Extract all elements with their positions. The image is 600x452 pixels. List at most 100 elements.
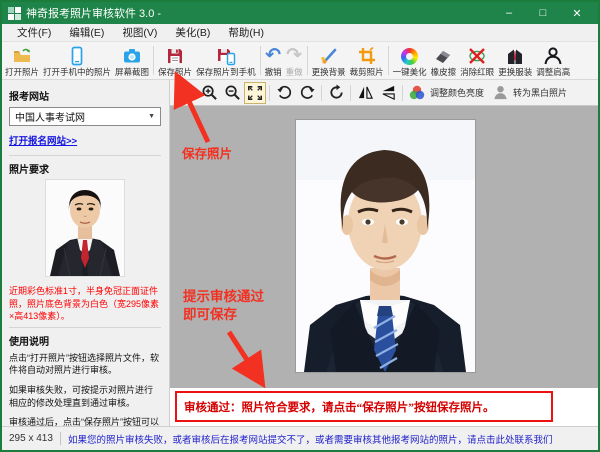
menu-file[interactable]: 文件(F) [8,24,60,41]
adjust-color-label[interactable]: 调整颜色亮度 [430,86,484,99]
change-background-button[interactable]: 更换背景 [310,42,348,79]
adjust-color-icon [408,84,426,102]
divider [9,155,161,156]
adjust-color-button[interactable] [406,82,428,104]
rotate-free-button[interactable] [325,82,347,104]
rotate-left-button[interactable] [273,82,295,104]
open-phone-photo-button[interactable]: 打开手机中的照片 [41,42,113,79]
rotate-left-icon [276,84,293,101]
main-toolbar: 打开照片 打开手机中的照片 屏幕截图 保存照片 保存照片到手机 [2,42,598,80]
magnifier-icon [178,84,195,101]
zoom-out-button[interactable] [221,82,243,104]
toolbar-separator [350,85,351,101]
result-strip: 审核通过：照片符合要求，请点击“保存照片”按钮保存照片。 [170,388,598,426]
remove-red-eye-icon [467,46,487,66]
save-photo-icon [165,46,185,66]
title-bar: 神奇报考照片审核软件 3.0 - – □ ✕ [2,2,598,24]
toolbar-separator [269,85,270,101]
eraser-button[interactable]: 橡皮擦 [429,42,459,79]
grayscale-icon [492,84,509,101]
adjust-shoulders-icon [543,46,563,66]
grayscale-button[interactable] [489,82,511,104]
eraser-icon [433,46,453,66]
open-photo-button[interactable]: 打开照片 [3,42,41,79]
status-bar: 295 x 413 如果您的照片审核失败，或者审核后在报考网站提交不了，或者需要… [2,426,598,450]
change-clothes-button[interactable]: 更换服装 [496,42,534,79]
toolbar-separator [260,46,261,75]
close-button[interactable]: ✕ [560,2,594,24]
exam-site-select[interactable]: 中国人事考试网 ▼ [9,107,161,126]
screenshot-icon [122,46,142,66]
menu-view[interactable]: 视图(V) [113,24,166,41]
requirements-text: 近期彩色标准1寸，半身免冠正面证件照，照片底色背景为白色（宽295像素×高413… [9,285,161,323]
view-toolbar: 调整颜色亮度 转为黑白照片 [170,80,598,106]
redo-icon: ↷ [286,46,302,66]
redo-button[interactable]: ↷ 重做 [284,42,305,79]
menu-beautify[interactable]: 美化(B) [166,24,219,41]
one-key-beautify-icon [401,46,418,66]
app-logo-icon [8,7,21,20]
change-clothes-icon [505,46,525,66]
rotate-right-button[interactable] [296,82,318,104]
usage-paragraph: 审核通过后，点击“保存照片”按钮可以将通过后的照片保存到文件中。 [9,416,161,426]
toolbar-separator [388,46,389,75]
fit-screen-icon [247,85,263,101]
toolbar-separator [153,46,154,75]
menu-edit[interactable]: 编辑(E) [60,24,113,41]
sample-photo [9,180,161,281]
flip-vertical-button[interactable] [377,82,399,104]
undo-button[interactable]: ↶ 撤销 [263,42,284,79]
window-title: 神奇报考照片审核软件 3.0 - [26,5,492,21]
undo-icon: ↶ [265,46,281,66]
open-phone-photo-icon [67,46,87,66]
sidebar: 报考网站 中国人事考试网 ▼ 打开报名网站>> 照片要求 [2,80,170,426]
menu-bar: 文件(F) 编辑(E) 视图(V) 美化(B) 帮助(H) [2,24,598,42]
zoom-in-button[interactable] [198,82,220,104]
fit-screen-button[interactable] [244,82,266,104]
zoom-in-icon [201,84,218,101]
save-to-phone-button[interactable]: 保存照片到手机 [194,42,258,79]
magnifier-button[interactable] [175,82,197,104]
maximize-button[interactable]: □ [526,2,560,24]
rotate-free-icon [328,84,345,101]
open-site-link[interactable]: 打开报名网站>> [9,133,77,147]
main-panel: 调整颜色亮度 转为黑白照片 [170,80,598,426]
rotate-right-icon [299,84,316,101]
save-photo-button[interactable]: 保存照片 [156,42,194,79]
site-section-header: 报考网站 [9,88,161,103]
minimize-button[interactable]: – [492,2,526,24]
toolbar-separator [402,85,403,101]
adjust-shoulders-button[interactable]: 调整肩高 [534,42,572,79]
main-photo[interactable] [296,120,475,372]
zoom-out-icon [224,84,241,101]
open-photo-icon [12,46,32,66]
save-to-phone-icon [216,46,236,66]
divider [9,327,161,328]
audit-result-text: 审核通过：照片符合要求，请点击“保存照片”按钮保存照片。 [184,399,495,415]
crop-photo-icon [357,46,377,66]
grayscale-label[interactable]: 转为黑白照片 [513,86,567,99]
usage-header: 使用说明 [9,333,161,348]
crop-photo-button[interactable]: 裁剪照片 [348,42,386,79]
status-message-link[interactable]: 如果您的照片审核失败，或者审核后在报考网站提交不了，或者需要审核其他报考网站的照… [68,432,553,446]
usage-paragraph: 点击“打开照片”按钮选择照片文件，软件将自动对照片进行审核。 [9,352,161,377]
flip-horizontal-icon [357,84,374,101]
divider [60,432,61,445]
one-key-beautify-button[interactable]: 一键美化 [391,42,429,79]
requirements-header: 照片要求 [9,161,161,176]
screenshot-button[interactable]: 屏幕截图 [113,42,151,79]
app-window: 神奇报考照片审核软件 3.0 - – □ ✕ 文件(F) 编辑(E) 视图(V)… [0,0,600,452]
exam-site-selected-value: 中国人事考试网 [15,109,85,124]
chevron-down-icon: ▼ [148,113,155,120]
photo-dimensions: 295 x 413 [9,433,53,444]
toolbar-separator [321,85,322,101]
flip-vertical-icon [380,84,397,101]
menu-help[interactable]: 帮助(H) [219,24,273,41]
remove-red-eye-button[interactable]: 消除红眼 [458,42,496,79]
flip-horizontal-button[interactable] [354,82,376,104]
toolbar-separator [307,46,308,75]
usage-paragraph: 如果审核失败，可按提示对照片进行相应的修改处理直到通过审核。 [9,384,161,409]
photo-canvas [170,106,598,388]
audit-result-box: 审核通过：照片符合要求，请点击“保存照片”按钮保存照片。 [175,391,553,422]
change-background-icon [319,46,339,66]
